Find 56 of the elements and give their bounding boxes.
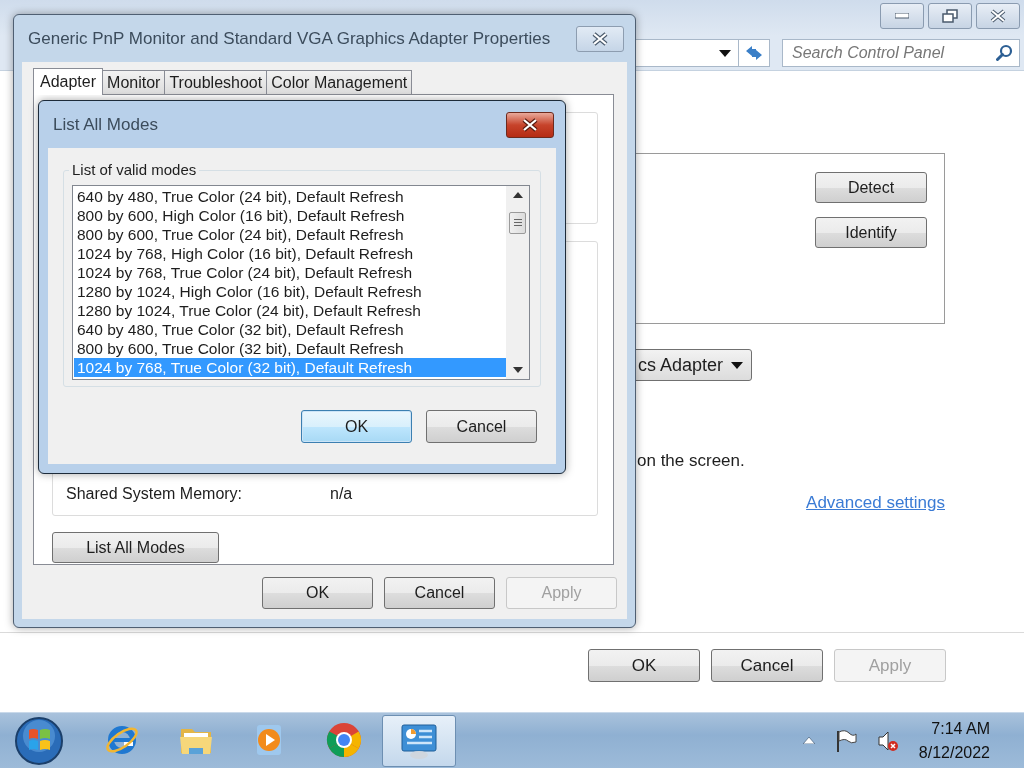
close-button[interactable]	[506, 111, 554, 138]
group-label: List of valid modes	[69, 161, 200, 178]
list-item[interactable]: 800 by 600, True Color (24 bit), Default Refresh	[74, 225, 506, 244]
description-text: on the screen.	[636, 451, 746, 471]
search-icon[interactable]	[996, 44, 1013, 61]
close-icon	[990, 9, 1006, 23]
close-icon	[591, 31, 609, 46]
dropdown-arrow-icon[interactable]	[719, 49, 731, 57]
list-all-modes-button[interactable]: List All Modes	[52, 532, 219, 563]
scroll-down-icon[interactable]	[512, 367, 523, 373]
memory-label: Shared System Memory:	[66, 485, 244, 503]
advanced-settings-link[interactable]: Advanced settings	[806, 493, 945, 513]
dialog-button[interactable]: Cancel	[384, 577, 495, 609]
dialog-button[interactable]: Cancel	[426, 410, 537, 443]
dropdown-arrow-icon	[731, 361, 744, 369]
grip-icon	[513, 219, 522, 226]
tab[interactable]: Monitor	[102, 70, 166, 94]
clock-date[interactable]: 8/12/2022	[918, 740, 990, 765]
show-hidden-icons-icon[interactable]	[802, 737, 815, 744]
browser-icon[interactable]	[326, 721, 364, 760]
scrollbar[interactable]	[506, 186, 529, 379]
list-item[interactable]: 640 by 480, True Color (32 bit), Default Refresh	[74, 320, 506, 339]
restore-button[interactable]	[928, 3, 972, 29]
display-button[interactable]: Detect	[815, 172, 927, 203]
start-button[interactable]	[12, 715, 66, 766]
list-item[interactable]: 1280 by 1024, True Color (24 bit), Default Refresh	[74, 301, 506, 320]
list-item[interactable]: 800 by 600, High Color (16 bit), Default Refresh	[74, 206, 506, 225]
scroll-thumb[interactable]	[509, 211, 526, 234]
list-item[interactable]: 800 by 600, True Color (32 bit), Default Refresh	[74, 339, 506, 358]
list-item[interactable]: 640 by 480, True Color (24 bit), Default Refresh	[74, 187, 506, 206]
memory-value: n/a	[330, 485, 353, 503]
scroll-up-icon[interactable]	[512, 192, 523, 198]
list-item[interactable]: 1024 by 768, True Color (24 bit), Default Refresh	[74, 263, 506, 282]
close-icon	[521, 117, 539, 132]
minimize-icon	[895, 13, 909, 19]
display-button[interactable]: Identify	[815, 217, 927, 248]
close-button[interactable]	[576, 25, 624, 52]
window-title: Generic PnP Monitor and Standard VGA Graphics Adapter Properties	[28, 28, 551, 49]
search-field[interactable]: Search Control Panel	[782, 39, 1020, 67]
dialog-button[interactable]: OK	[301, 410, 412, 443]
dialog-button[interactable]: OK	[262, 577, 373, 609]
dialog-button[interactable]: Cancel	[711, 649, 823, 682]
clock-time[interactable]: 7:14 AM	[931, 716, 990, 741]
list-item[interactable]: 1024 by 768, High Color (16 bit), Default Refresh	[74, 244, 506, 263]
taskbar-button[interactable]	[382, 714, 456, 767]
tab[interactable]: Adapter	[33, 68, 104, 95]
window-title: List All Modes	[53, 114, 158, 135]
list-item[interactable]: 1280 by 1024, High Color (16 bit), Default Refresh	[74, 282, 506, 301]
flag-icon[interactable]	[834, 728, 857, 753]
tab[interactable]: Troubleshoot	[164, 70, 268, 94]
minimize-button[interactable]	[880, 3, 924, 29]
dialog-button[interactable]: OK	[588, 649, 700, 682]
refresh-icon[interactable]	[744, 44, 764, 62]
tab[interactable]: Color Management	[266, 70, 413, 94]
control-panel-icon[interactable]	[400, 721, 438, 760]
restore-icon	[942, 9, 958, 23]
